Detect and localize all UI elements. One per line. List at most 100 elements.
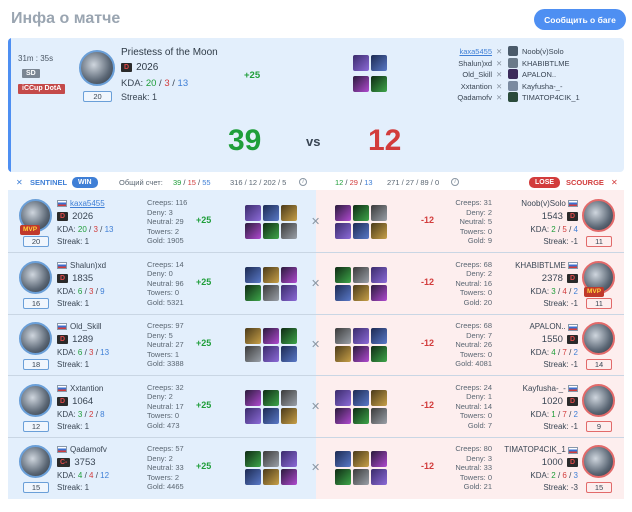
player-name[interactable]: Old_Skill xyxy=(70,322,102,331)
item-icon xyxy=(353,328,369,345)
streak: Streak: 1 xyxy=(57,237,90,246)
creeps: Creeps: 97 xyxy=(147,321,184,331)
streak: Streak: -1 xyxy=(543,360,578,370)
gold: Gold: 473 xyxy=(147,420,180,430)
rating-row: 2378 D xyxy=(506,273,578,284)
item-icon xyxy=(353,266,369,283)
player-row: 12 Xxtantion D 1064 KDA: 3 / 2 / 8 Streak… xyxy=(8,376,624,437)
scourge-items xyxy=(335,266,389,301)
sentinel-player-link[interactable]: Shalun)xd xyxy=(400,58,492,70)
total-assists: 13 xyxy=(364,178,373,187)
player-level: 9 xyxy=(586,420,612,432)
streak: Streak: 1 xyxy=(57,483,90,493)
deny: Deny: 5 xyxy=(147,330,173,340)
crossed-swords-icon: ✕ xyxy=(311,339,321,352)
item-icon xyxy=(335,407,351,424)
gold: Gold: 5321 xyxy=(147,297,184,307)
rating-value: 1835 xyxy=(72,272,94,284)
sentinel-hero-portrait xyxy=(19,383,52,417)
rating-value: 1543 xyxy=(541,211,563,222)
sentinel-player-link[interactable]: Old_Skill xyxy=(400,69,492,81)
flag-icon xyxy=(57,323,67,331)
kills: 2 xyxy=(551,225,556,234)
item-icon xyxy=(263,223,279,239)
gold: Gold: 4081 xyxy=(455,359,492,369)
rating-delta: -12 xyxy=(421,461,435,472)
item-icon xyxy=(245,328,261,345)
rating-value: 2026 xyxy=(72,211,94,222)
info-icon[interactable]: i xyxy=(299,178,307,186)
item-icon xyxy=(263,328,279,345)
player-name[interactable]: Shalun)xd xyxy=(70,261,106,270)
deny: Deny: 7 xyxy=(466,330,492,340)
rating-value: 2026 xyxy=(136,62,159,73)
sentinel-player-link[interactable]: Xxtantion xyxy=(400,81,492,93)
scourge-player-link[interactable]: KHABIBTLME xyxy=(522,58,622,70)
player-name[interactable]: Noob(v)Solo xyxy=(521,199,565,208)
kills: 4 xyxy=(551,348,556,358)
item-icon xyxy=(353,469,369,486)
rank-badge: D xyxy=(57,212,69,221)
kda-row: KDA: 6 / 3 / 9 xyxy=(57,286,105,296)
rank-badge: D xyxy=(566,273,578,283)
crossed-swords-icon: ✕ xyxy=(311,400,321,413)
scourge-stats: Creeps: 68 Deny: 7 Neutral: 26 Towers: 0 Gol… xyxy=(438,321,492,369)
report-bug-button[interactable]: Сообщить о баге xyxy=(534,9,626,30)
player-name-row: Old_Skill xyxy=(57,322,102,331)
streak: Streak: -3 xyxy=(543,483,578,493)
towers: Towers: 0 xyxy=(459,411,492,421)
neutral: Neutral: 33 xyxy=(455,463,492,473)
deny: Deny: 2 xyxy=(147,453,173,463)
info-icon[interactable]: i xyxy=(451,178,459,186)
player-name-row: Shalun)xd xyxy=(57,261,106,270)
kda-label: KDA: xyxy=(121,78,144,89)
assists: 2 xyxy=(573,409,578,419)
item-icon xyxy=(353,223,369,239)
creeps: Creeps: 31 xyxy=(455,198,492,207)
item-icon xyxy=(245,284,261,301)
sentinel-player-link[interactable]: Qadamofv xyxy=(400,92,492,104)
item-icon xyxy=(371,266,387,283)
player-name-row: Noob(v)Solo xyxy=(496,199,578,208)
scourge-player-link[interactable]: APALON.. xyxy=(522,69,622,81)
hero-icon xyxy=(508,69,518,79)
item-icon xyxy=(353,346,369,363)
rating-delta: +25 xyxy=(196,276,212,287)
item-icon xyxy=(281,266,297,283)
deaths: 3 xyxy=(89,348,94,358)
scourge-player-link[interactable]: TIMATOP4CIK_1 xyxy=(522,92,622,104)
item-icon xyxy=(353,407,369,424)
creeps: Creeps: 68 xyxy=(455,259,492,269)
deny: Deny: 3 xyxy=(147,207,173,217)
rating-row: C- 3753 xyxy=(57,457,96,468)
rating-value: 1020 xyxy=(541,395,563,407)
sentinel-items xyxy=(245,328,299,363)
scourge-player-link[interactable]: Noob(v)Solo xyxy=(522,46,622,58)
versus-label: vs xyxy=(306,134,321,149)
assists: 4 xyxy=(573,225,578,234)
deny: Deny: 2 xyxy=(466,269,492,279)
player-name[interactable]: KHABIBTLME xyxy=(515,261,566,270)
scourge-player-link[interactable]: Kayfusha-_- xyxy=(522,81,622,93)
match-summary: 31m : 35s SD iCCup DotA 20 Priestess of … xyxy=(8,38,624,172)
player-name[interactable]: Xxtantion xyxy=(70,384,103,393)
deaths: 7 xyxy=(562,409,567,419)
player-name[interactable]: Kayfusha-_- xyxy=(523,384,566,393)
player-name[interactable]: TIMATOP4CIK_1 xyxy=(504,445,566,454)
player-name[interactable]: kaxa5455 xyxy=(70,199,105,208)
flag-icon xyxy=(568,323,578,331)
item-icon xyxy=(281,451,297,468)
streak: Streak: 1 xyxy=(121,92,158,102)
assists: 13 xyxy=(177,78,189,89)
kda-row: KDA: 2 / 6 / 3 xyxy=(530,471,578,481)
sentinel-player-link[interactable]: kaxa5455 xyxy=(400,46,492,58)
player-name[interactable]: APALON.. xyxy=(529,322,565,331)
rating-delta: -12 xyxy=(421,215,435,225)
item-icon xyxy=(371,223,387,239)
assists: 3 xyxy=(573,471,578,481)
sentinel-total-kda: 39 / 15 / 55 xyxy=(173,178,211,187)
player-name-row: TIMATOP4CIK_1 xyxy=(496,445,578,454)
total-kills: 39 xyxy=(173,178,182,187)
item-icon xyxy=(245,266,261,283)
player-name[interactable]: Qadamofv xyxy=(70,445,107,454)
